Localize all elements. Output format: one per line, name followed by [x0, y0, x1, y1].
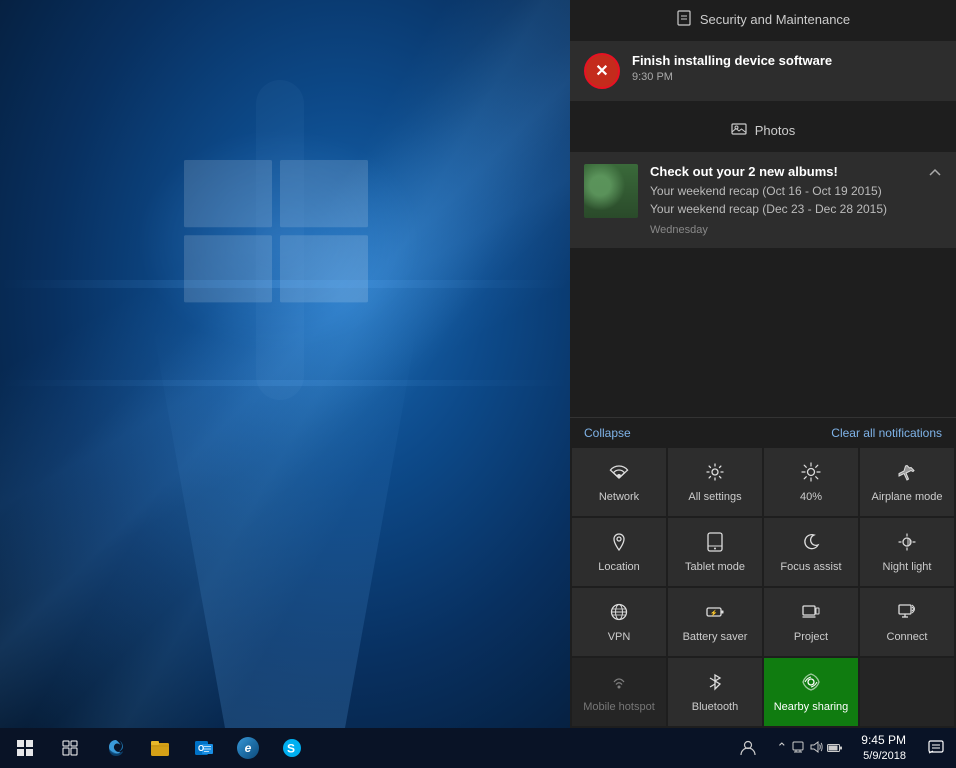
battery-tray-icon[interactable]: [827, 741, 843, 756]
bluetooth-icon: [705, 672, 725, 695]
notification-panel: Security and Maintenance Finish installi…: [570, 0, 956, 728]
taskbar-app-outlook[interactable]: O: [182, 728, 226, 768]
tile-vpn[interactable]: VPN: [572, 588, 666, 656]
notification-body-albums: Your weekend recap (Oct 16 - Oct 19 2015…: [650, 182, 887, 218]
tile-battery-saver[interactable]: ⚡ Battery saver: [668, 588, 762, 656]
hotspot-icon: [609, 672, 629, 695]
tile-project[interactable]: Project: [764, 588, 858, 656]
tile-connect[interactable]: Connect: [860, 588, 954, 656]
brightness-icon: [801, 462, 821, 485]
tile-brightness[interactable]: 40%: [764, 448, 858, 516]
network-label: Network: [599, 491, 639, 504]
vpn-icon: [609, 602, 629, 625]
tile-airplane-mode[interactable]: Airplane mode: [860, 448, 954, 516]
desktop-background: [0, 0, 570, 728]
taskbar-right: ⌃: [728, 728, 956, 768]
tile-night-light[interactable]: Night light: [860, 518, 954, 586]
photo-icon: [731, 121, 747, 140]
notification-content-albums: Check out your 2 new albums! Your weeken…: [650, 164, 887, 236]
action-center-button[interactable]: [916, 728, 956, 768]
tile-all-settings[interactable]: All settings: [668, 448, 762, 516]
notification-title-device: Finish installing device software: [632, 53, 832, 68]
airplane-mode-label: Airplane mode: [872, 491, 943, 504]
connect-icon: [897, 602, 917, 625]
ie-icon: e: [237, 737, 259, 759]
clock[interactable]: 9:45 PM 5/9/2018: [851, 732, 916, 764]
network-tray-icon[interactable]: [791, 740, 805, 757]
clock-date: 5/9/2018: [861, 749, 906, 764]
nightlight-icon: [897, 532, 917, 555]
bluetooth-label: Bluetooth: [692, 701, 738, 714]
project-label: Project: [794, 631, 828, 644]
action-center-bottom: Collapse Clear all notifications Network: [570, 417, 956, 728]
taskbar: O e S ⌃: [0, 728, 956, 768]
clock-time: 9:45 PM: [861, 732, 906, 749]
battery-saver-label: Battery saver: [683, 631, 748, 644]
taskbar-app-skype[interactable]: S: [270, 728, 314, 768]
network-icon: [609, 462, 629, 485]
svg-text:S: S: [287, 742, 295, 756]
notifications-scroll[interactable]: Security and Maintenance Finish installi…: [570, 0, 956, 417]
project-icon: [801, 602, 821, 625]
error-icon: [584, 53, 620, 89]
night-light-label: Night light: [883, 561, 932, 574]
notification-date-albums: Wednesday: [650, 224, 887, 236]
tile-bluetooth[interactable]: Bluetooth: [668, 658, 762, 726]
people-button[interactable]: [728, 728, 768, 768]
notification-content-device: Finish installing device software 9:30 P…: [632, 53, 832, 83]
taskbar-apps: O e S: [94, 728, 314, 768]
settings-icon: [705, 462, 725, 485]
svg-text:⚡: ⚡: [710, 609, 717, 617]
photos-section-title: Photos: [755, 123, 795, 138]
battery-icon: ⚡: [705, 602, 725, 625]
mobile-hotspot-label: Mobile hotspot: [583, 701, 655, 714]
connect-label: Connect: [887, 631, 928, 644]
section-header-security: Security and Maintenance: [570, 0, 956, 39]
collapse-button[interactable]: Collapse: [584, 426, 631, 440]
moon-icon: [801, 532, 821, 555]
expand-icon[interactable]: [928, 166, 942, 183]
shield-icon: [676, 10, 692, 29]
vpn-label: VPN: [608, 631, 631, 644]
nearby-sharing-label: Nearby sharing: [774, 701, 849, 714]
tile-nearby-sharing[interactable]: Nearby sharing: [764, 658, 858, 726]
notification-title-albums: Check out your 2 new albums!: [650, 164, 887, 179]
task-view-button[interactable]: [50, 728, 90, 768]
taskbar-app-file-explorer[interactable]: [138, 728, 182, 768]
tray-icons: ⌃: [768, 740, 851, 757]
taskbar-app-edge[interactable]: [94, 728, 138, 768]
security-section-title: Security and Maintenance: [700, 12, 850, 27]
tile-network[interactable]: Network: [572, 448, 666, 516]
svg-text:O: O: [198, 744, 204, 753]
tile-focus-assist[interactable]: Focus assist: [764, 518, 858, 586]
tablet-mode-label: Tablet mode: [685, 561, 745, 574]
tile-empty: [860, 658, 954, 726]
notification-card-device-software[interactable]: Finish installing device software 9:30 P…: [570, 41, 956, 101]
show-hidden-icon[interactable]: ⌃: [776, 740, 787, 756]
focus-assist-label: Focus assist: [780, 561, 841, 574]
brightness-label: 40%: [800, 491, 822, 504]
taskbar-app-ie[interactable]: e: [226, 728, 270, 768]
clear-all-button[interactable]: Clear all notifications: [831, 426, 942, 440]
photo-thumbnail: [584, 164, 638, 218]
tablet-icon: [705, 532, 725, 555]
tile-mobile-hotspot[interactable]: Mobile hotspot: [572, 658, 666, 726]
action-header: Collapse Clear all notifications: [570, 417, 956, 446]
start-button[interactable]: [0, 728, 50, 768]
all-settings-label: All settings: [688, 491, 741, 504]
location-icon: [609, 532, 629, 555]
volume-icon[interactable]: [809, 740, 823, 757]
tile-location[interactable]: Location: [572, 518, 666, 586]
section-header-photos: Photos: [570, 111, 956, 150]
tile-tablet-mode[interactable]: Tablet mode: [668, 518, 762, 586]
notification-time-device: 9:30 PM: [632, 71, 832, 83]
location-label: Location: [598, 561, 640, 574]
notification-card-albums[interactable]: Check out your 2 new albums! Your weeken…: [570, 152, 956, 248]
quick-actions-grid: Network All settings 4: [570, 446, 956, 728]
airplane-icon: [897, 462, 917, 485]
nearby-icon: [801, 672, 821, 695]
